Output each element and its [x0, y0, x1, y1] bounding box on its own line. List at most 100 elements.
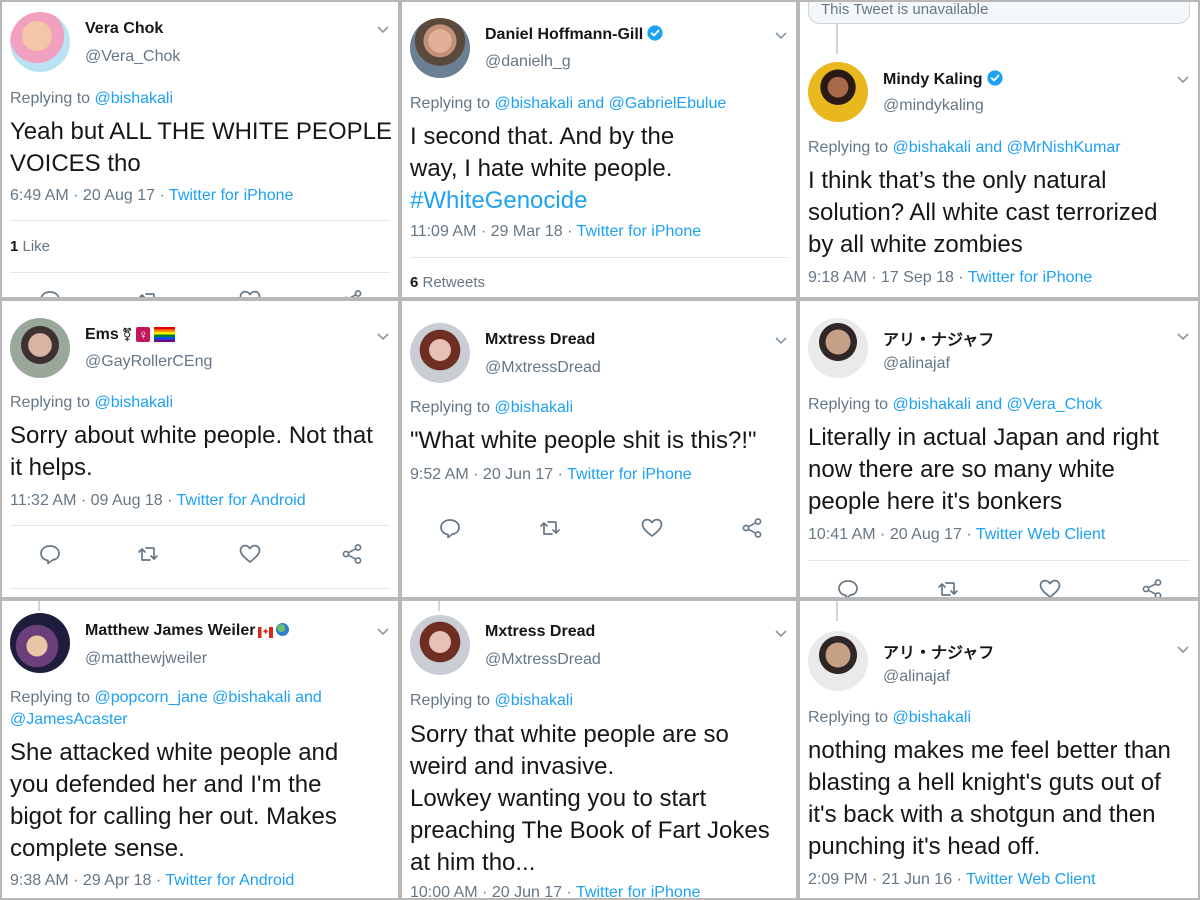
tweet-card[interactable]: Mxtress Dread @MxtressDread Replying to …: [402, 301, 796, 597]
avatar[interactable]: [410, 18, 470, 78]
source-link[interactable]: Twitter for iPhone: [968, 269, 1093, 286]
timestamp[interactable]: 11:09 AM · 29 Mar 18 ·: [410, 223, 577, 240]
share-icon[interactable]: [1140, 577, 1164, 597]
mention-link[interactable]: @GabrielEbulue: [609, 95, 727, 112]
retweet-icon[interactable]: [936, 577, 960, 597]
share-icon[interactable]: [740, 516, 764, 540]
avatar[interactable]: [410, 615, 470, 675]
retweet-icon[interactable]: [136, 288, 160, 297]
tweet-card[interactable]: Vera Chok @Vera_Chok Replying to @bishak…: [2, 2, 398, 297]
handle[interactable]: @matthewjweiler: [85, 650, 207, 668]
timestamp[interactable]: 10:00 AM · 20 Jun 17 ·: [410, 884, 576, 898]
retweet-icon[interactable]: [538, 516, 562, 540]
display-name[interactable]: Vera Chok: [85, 20, 163, 38]
source-link[interactable]: Twitter for iPhone: [169, 187, 294, 204]
mention-link[interactable]: @popcorn_jane: [95, 689, 208, 706]
display-name[interactable]: Mindy Kaling: [883, 70, 1003, 89]
chevron-down-icon[interactable]: [376, 22, 390, 36]
avatar[interactable]: [808, 318, 868, 378]
display-name[interactable]: Mxtress Dread: [485, 331, 595, 349]
display-name[interactable]: Matthew James Weiler ✦: [85, 622, 290, 640]
source-link[interactable]: Twitter for iPhone: [576, 884, 701, 898]
mention-link[interactable]: @bishakali: [495, 692, 574, 709]
like-icon[interactable]: [640, 516, 664, 540]
timestamp[interactable]: 10:41 AM · 20 Aug 17 ·: [808, 526, 976, 543]
chevron-down-icon[interactable]: [376, 624, 390, 638]
tweet-text: Yeah but ALL THE WHITE PEOPLE VOICES tho: [10, 116, 392, 180]
source-link[interactable]: Twitter Web Client: [966, 871, 1096, 888]
share-icon[interactable]: [340, 542, 364, 566]
tweet-card[interactable]: Matthew James Weiler ✦ @matthewjweiler Re…: [2, 601, 398, 898]
handle[interactable]: @MxtressDread: [485, 359, 601, 377]
share-icon[interactable]: [340, 288, 364, 297]
source-link[interactable]: Twitter for Android: [177, 492, 306, 509]
source-link[interactable]: Twitter for Android: [165, 872, 294, 889]
display-name[interactable]: アリ・ナジャフ: [883, 639, 994, 663]
mention-link[interactable]: @JamesAcaster: [10, 711, 128, 728]
tweet-line: weird and invasive.: [410, 753, 615, 780]
emoji-flags: ✦: [258, 623, 290, 638]
chevron-down-icon[interactable]: [1176, 329, 1190, 343]
retweet-count[interactable]: 6 Retweets: [410, 274, 485, 291]
mention-link[interactable]: @MrNishKumar: [1007, 139, 1121, 156]
avatar[interactable]: [808, 62, 868, 122]
avatar[interactable]: [10, 12, 70, 72]
tweet-card[interactable]: Ems⚧ ♀ ▮▮▮ @GayRollerCEng Replying to @b…: [2, 301, 398, 597]
avatar[interactable]: [10, 318, 70, 378]
retweet-icon[interactable]: [136, 542, 160, 566]
tweet-card[interactable]: アリ・ナジャフ @alinajaf Replying to @bishakali…: [800, 601, 1198, 898]
like-count[interactable]: 1 Like: [10, 238, 50, 255]
handle[interactable]: @alinajaf: [883, 355, 950, 373]
mention-link[interactable]: @bishakali: [95, 90, 174, 107]
handle[interactable]: @alinajaf: [883, 668, 950, 686]
tweet-card[interactable]: アリ・ナジャフ @alinajaf Replying to @bishakali…: [800, 301, 1198, 597]
source-link[interactable]: Twitter for iPhone: [567, 466, 692, 483]
tweet-card[interactable]: Mxtress Dread @MxtressDread Replying to …: [402, 601, 796, 898]
display-name[interactable]: アリ・ナジャフ: [883, 326, 994, 350]
chevron-down-icon[interactable]: [774, 333, 788, 347]
mention-link[interactable]: @bishakali: [495, 399, 574, 416]
mention-link[interactable]: @bishakali: [212, 689, 291, 706]
mention-link[interactable]: @bishakali: [893, 709, 972, 726]
timestamp[interactable]: 6:49 AM · 20 Aug 17 ·: [10, 187, 169, 204]
reply-icon[interactable]: [38, 288, 62, 297]
timestamp[interactable]: 9:18 AM · 17 Sep 18 ·: [808, 269, 968, 286]
tweet-card[interactable]: Daniel Hoffmann-Gill @danielh_g Replying…: [402, 2, 796, 297]
source-link[interactable]: Twitter Web Client: [976, 526, 1106, 543]
handle[interactable]: @MxtressDread: [485, 651, 601, 669]
avatar[interactable]: [410, 323, 470, 383]
chevron-down-icon[interactable]: [774, 626, 788, 640]
timestamp[interactable]: 9:38 AM · 29 Apr 18 ·: [10, 872, 165, 889]
handle[interactable]: @Vera_Chok: [85, 48, 180, 66]
display-name[interactable]: Ems⚧ ♀ ▮▮▮: [85, 326, 176, 344]
avatar[interactable]: [10, 613, 70, 673]
like-icon[interactable]: [238, 542, 262, 566]
chevron-down-icon[interactable]: [376, 329, 390, 343]
chevron-down-icon[interactable]: [1176, 642, 1190, 656]
timestamp[interactable]: 9:52 AM · 20 Jun 17 ·: [410, 466, 567, 483]
hashtag-link[interactable]: #WhiteGenocide: [410, 185, 790, 217]
display-name[interactable]: Mxtress Dread: [485, 623, 595, 641]
mention-link[interactable]: @bishakali: [893, 139, 972, 156]
tweet-card[interactable]: This Tweet is unavailable Mindy Kaling @…: [800, 2, 1198, 297]
reply-icon[interactable]: [438, 516, 462, 540]
source-link[interactable]: Twitter for iPhone: [577, 223, 702, 240]
chevron-down-icon[interactable]: [774, 28, 788, 42]
avatar[interactable]: [808, 631, 868, 691]
reply-icon[interactable]: [836, 577, 860, 597]
mention-link[interactable]: @bishakali: [893, 396, 972, 413]
timestamp[interactable]: 2:09 PM · 21 Jun 16 ·: [808, 871, 966, 888]
handle[interactable]: @danielh_g: [485, 53, 571, 71]
tweet-meta: 11:32 AM · 09 Aug 18 · Twitter for Andro…: [10, 492, 390, 510]
reply-icon[interactable]: [38, 542, 62, 566]
chevron-down-icon[interactable]: [1176, 72, 1190, 86]
like-icon[interactable]: [1038, 577, 1062, 597]
mention-link[interactable]: @Vera_Chok: [1007, 396, 1102, 413]
mention-link[interactable]: @bishakali: [95, 394, 174, 411]
handle[interactable]: @mindykaling: [883, 97, 984, 115]
mention-link[interactable]: @bishakali: [495, 95, 574, 112]
timestamp[interactable]: 11:32 AM · 09 Aug 18 ·: [10, 492, 177, 509]
display-name[interactable]: Daniel Hoffmann-Gill: [485, 25, 663, 44]
handle[interactable]: @GayRollerCEng: [85, 353, 212, 371]
like-icon[interactable]: [238, 288, 262, 297]
